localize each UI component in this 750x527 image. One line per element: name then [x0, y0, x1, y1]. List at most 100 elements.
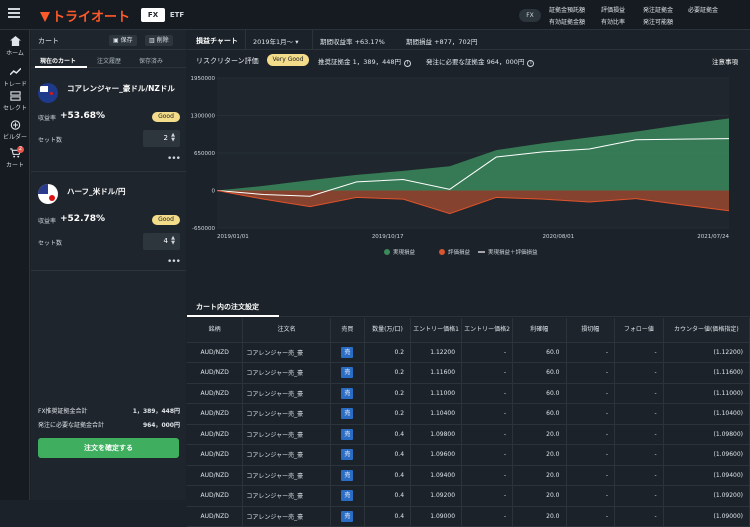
table-cell: -	[461, 465, 514, 486]
etf-toggle[interactable]: ETF	[165, 8, 189, 22]
table-cell: 0.4	[364, 424, 412, 445]
table-cell: 20.0	[512, 465, 567, 486]
table-row[interactable]: AUD/NZD コアレンジャー売_豪売 0.2 1.10400-60.0- - (1.10…	[187, 403, 750, 425]
confirm-order-button[interactable]: 注文を確定する	[38, 438, 179, 458]
table-cell: 1.09600	[410, 444, 463, 466]
top-link-deposit[interactable]: 証拠金預託額	[549, 5, 585, 14]
rate-value: +53.68%	[60, 111, 106, 121]
info-icon[interactable]: i	[527, 60, 535, 67]
chevron-down-icon: ▾	[295, 38, 299, 46]
save-button[interactable]: ▣ 保存	[109, 35, 137, 46]
table-cell: 1.10400	[410, 403, 463, 425]
stepper-arrows-icon[interactable]: ▲ ▼	[169, 236, 177, 246]
table-cell: 0.2	[364, 383, 412, 404]
tab-order-history[interactable]: 注文履歴	[97, 56, 121, 65]
main-area: 損益チャート 2019年1月～ ▾ 期間収益率 +63.17% 期間損益 +87…	[187, 30, 750, 527]
strategy-name[interactable]: ハーフ_米ドル/円	[67, 186, 182, 197]
table-cell: -	[614, 424, 664, 445]
menu-icon[interactable]	[8, 8, 20, 18]
table-cell: -	[614, 362, 664, 384]
notes-link[interactable]: 注意事項	[712, 56, 738, 66]
table-row[interactable]: AUD/NZD コアレンジャー売_豪売 0.2 1.11600-60.0- - (1.11…	[187, 362, 750, 384]
table-cell: -	[566, 424, 616, 445]
chart-tab[interactable]: 損益チャート	[196, 36, 238, 46]
period-select[interactable]: 2019年1月～ ▾	[253, 36, 299, 46]
side-nav: ホーム トレード セレクト ビルダー 2 カート	[0, 30, 30, 500]
legend-marker	[439, 249, 445, 255]
table-cell: -	[461, 506, 514, 527]
usd-jpy-flag-icon	[38, 184, 58, 204]
table-cell: -	[461, 485, 514, 507]
table-cell: -	[614, 444, 664, 466]
table-cell: (1.10400)	[663, 403, 750, 425]
cell-side: 売	[330, 424, 365, 445]
table-row[interactable]: AUD/NZD コアレンジャー売_豪売 0.4 1.09000-20.0- - (1.09…	[187, 506, 750, 527]
logo[interactable]: トライオート	[40, 6, 130, 25]
table-cell: AUD/NZD	[187, 424, 244, 445]
account-type-badge: FX	[519, 9, 541, 22]
sell-badge: 売	[341, 367, 354, 379]
x-tick-label: 2020/08/01	[542, 234, 574, 240]
set-count-value: 4	[163, 237, 168, 245]
home-icon	[9, 36, 21, 46]
column-header: 売買	[330, 318, 365, 343]
table-cell: -	[461, 342, 514, 363]
table-row[interactable]: AUD/NZD コアレンジャー売_豪売 0.4 1.09400-20.0- - (1.09…	[187, 465, 750, 486]
chart-header: 損益チャート 2019年1月～ ▾ 期間収益率 +63.17% 期間損益 +87…	[187, 30, 750, 50]
table-row[interactable]: AUD/NZD コアレンジャー売_豪売 0.2 1.11000-60.0- - (1.11…	[187, 383, 750, 404]
top-link-effective-margin[interactable]: 有効証拠金額	[549, 17, 585, 26]
nav-cart[interactable]: 2 カート	[0, 146, 30, 169]
rating-badge: Good	[152, 215, 180, 225]
table-row[interactable]: AUD/NZD コアレンジャー売_豪売 0.4 1.09600-20.0- - (1.09…	[187, 444, 750, 466]
fx-toggle[interactable]: FX	[141, 8, 165, 22]
table-cell: コアレンジャー売_豪	[242, 383, 331, 404]
table-cell: AUD/NZD	[187, 342, 244, 363]
more-options-icon[interactable]: •••	[167, 154, 181, 164]
top-link-required-margin[interactable]: 必要証拠金	[688, 5, 718, 14]
table-cell: -	[566, 403, 616, 425]
nav-select[interactable]: セレクト	[0, 91, 30, 112]
top-link-effective-ratio[interactable]: 有効比率	[601, 17, 625, 26]
summary-label: FX推奨証拠金合計	[38, 408, 88, 415]
table-cell: -	[614, 506, 664, 527]
table-cell: -	[461, 403, 514, 425]
table-row[interactable]: AUD/NZD コアレンジャー売_豪売 0.4 1.09800-20.0- - (1.09…	[187, 424, 750, 445]
tab-current-cart[interactable]: 現在のカート	[40, 56, 76, 65]
set-count-stepper[interactable]: 4 ▲ ▼	[143, 233, 180, 250]
trend-icon	[9, 67, 21, 76]
table-cell: -	[566, 444, 616, 466]
tab-saved[interactable]: 保存済み	[139, 56, 163, 65]
column-header: 注文名	[242, 318, 331, 343]
table-cell: -	[566, 362, 616, 384]
top-link-orderable[interactable]: 発注可能額	[643, 17, 673, 26]
required-text: 発注に必要な証拠金 964，000円	[426, 58, 525, 66]
nav-home[interactable]: ホーム	[0, 36, 30, 57]
table-cell: AUD/NZD	[187, 485, 244, 507]
info-icon[interactable]: i	[404, 60, 412, 67]
cell-side: 売	[330, 403, 365, 425]
column-header: フォロー値	[614, 318, 664, 343]
aud-nzd-flag-icon	[38, 83, 58, 103]
table-cell: 0.4	[364, 465, 412, 486]
sell-badge: 売	[341, 428, 354, 440]
more-options-icon[interactable]: •••	[167, 257, 181, 267]
active-tab-indicator	[35, 66, 87, 68]
strategy-name[interactable]: コアレンジャー_豪ドル/NZドル	[67, 83, 182, 94]
top-link-valuation[interactable]: 評価損益	[601, 5, 625, 14]
orders-title[interactable]: カート内の注文設定	[196, 302, 259, 312]
divider	[312, 30, 313, 50]
sell-badge: 売	[341, 408, 354, 420]
nav-builder[interactable]: ビルダー	[0, 120, 30, 141]
divider	[245, 30, 246, 50]
table-row[interactable]: AUD/NZD コアレンジャー売_豪売 0.2 1.12200-60.0- - (1.12…	[187, 342, 750, 363]
delete-button[interactable]: ▥ 削除	[145, 35, 173, 46]
nav-trade[interactable]: トレード	[0, 67, 30, 88]
table-row[interactable]: AUD/NZD コアレンジャー売_豪売 0.4 1.09200-20.0- - (1.09…	[187, 485, 750, 507]
table-cell: コアレンジャー売_豪	[242, 485, 331, 507]
x-tick-label: 2019/01/01	[217, 234, 249, 240]
stepper-arrows-icon[interactable]: ▲ ▼	[169, 133, 177, 143]
top-link-order-margin[interactable]: 発注証拠金	[643, 5, 673, 14]
set-count-stepper[interactable]: 2 ▲ ▼	[143, 130, 180, 147]
table-cell: 60.0	[512, 383, 567, 404]
set-count-label: セット数	[38, 137, 63, 144]
